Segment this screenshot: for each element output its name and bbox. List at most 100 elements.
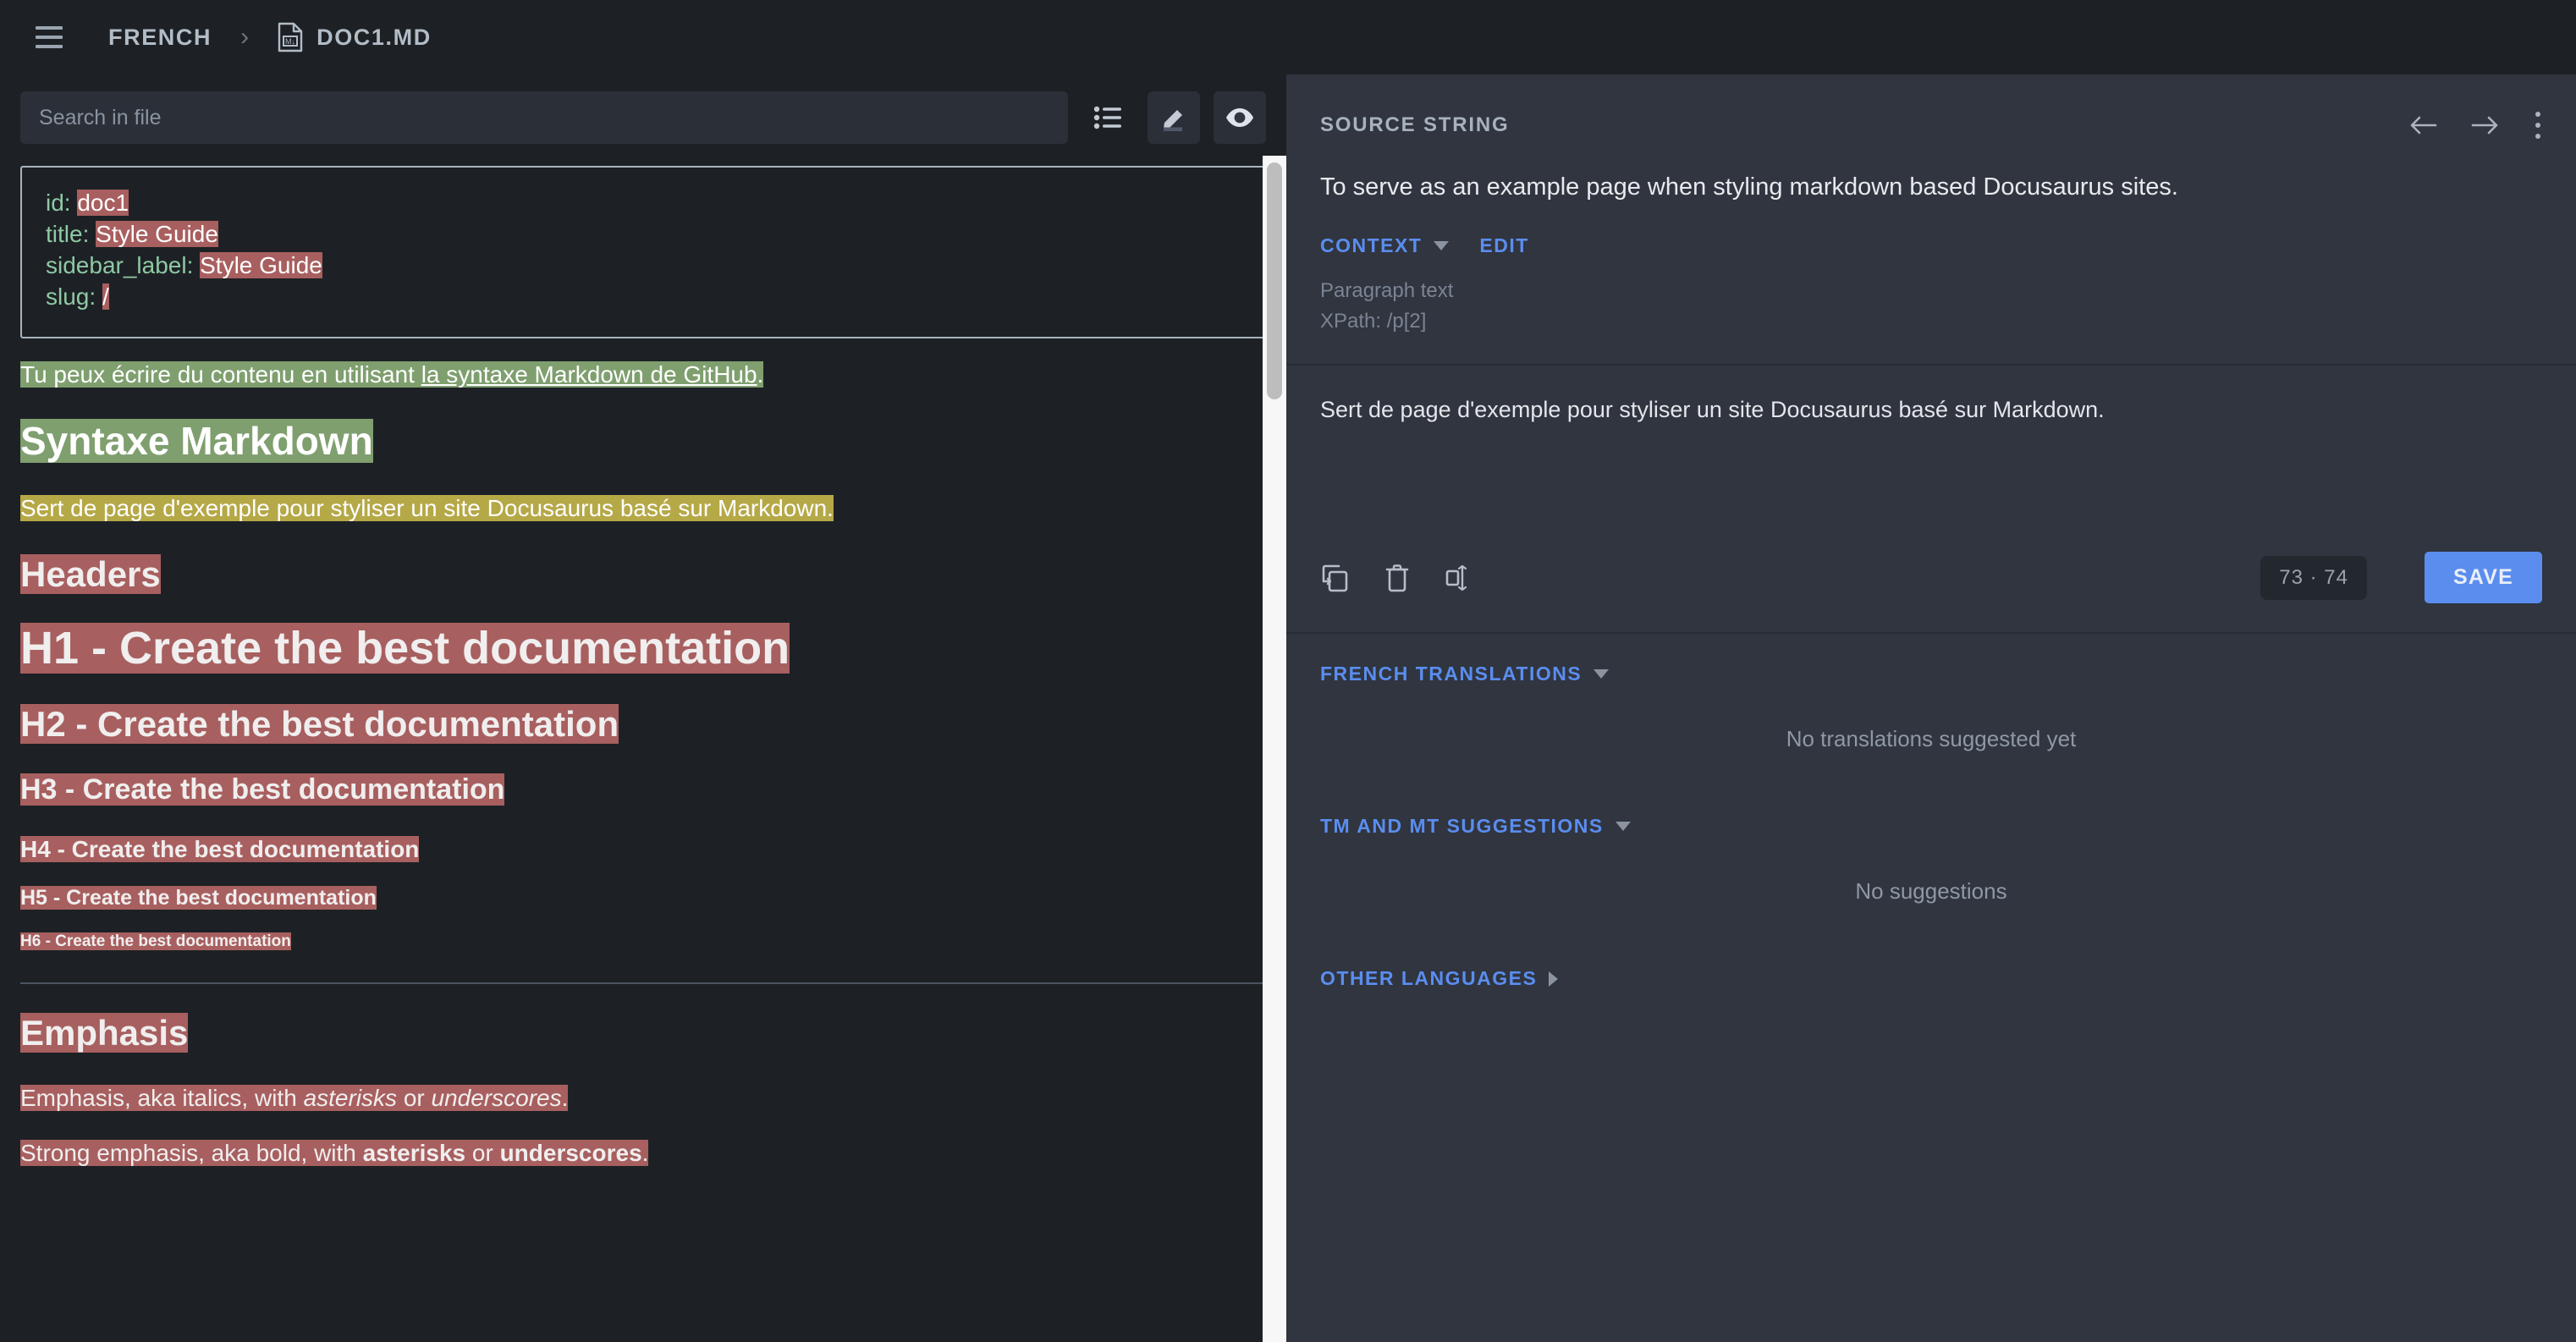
intro-suffix: . — [757, 361, 764, 388]
translation-unit-untranslated[interactable]: H2 - Create the best documentation — [20, 704, 619, 744]
edit-mode-button[interactable] — [1148, 91, 1200, 144]
copy-source-button[interactable] — [1320, 563, 1351, 593]
doc-paragraph-sert: Sert de page d'exemple pour styliser un … — [20, 492, 1266, 525]
section-french-translations: FRENCH TRANSLATIONS No translations sugg… — [1286, 634, 2576, 786]
translation-unit-untranslated[interactable]: H1 - Create the best documentation — [20, 623, 790, 674]
translation-unit-untranslated[interactable]: Emphasis — [20, 1013, 188, 1053]
translation-input-area[interactable]: Sert de page d'exemple pour styliser un … — [1286, 366, 2576, 543]
section-label-tm-mt-suggestions[interactable]: TM AND MT SUGGESTIONS — [1320, 815, 1604, 838]
section-label-french-translations[interactable]: FRENCH TRANSLATIONS — [1320, 663, 1582, 685]
more-options-button[interactable] — [2534, 112, 2542, 139]
breadcrumb-file-label: DOC1.MD — [316, 25, 432, 51]
intro-prefix: Tu peux écrire du contenu en utilisant — [20, 361, 421, 388]
clear-translation-button[interactable] — [1384, 563, 1410, 593]
frontmatter-value[interactable]: Style Guide — [200, 252, 322, 278]
translation-unit-translated[interactable]: Syntaxe Markdown — [20, 419, 373, 463]
spacer — [20, 675, 1266, 704]
em-bold: underscores — [500, 1140, 642, 1166]
top-bar: FRENCH › M↓ DOC1.MD — [0, 0, 2576, 74]
list-view-button[interactable] — [1082, 91, 1134, 144]
em-text: . — [642, 1140, 649, 1166]
markdown-file-icon: M↓ — [278, 22, 303, 52]
horizontal-rule — [20, 982, 1266, 984]
doc-heading-h5: H5 - Create the best documentation — [20, 885, 1266, 910]
spacer — [20, 525, 1266, 554]
character-counter: 73 · 74 — [2260, 556, 2367, 600]
translation-unit-untranslated[interactable]: H3 - Create the best documentation — [20, 773, 504, 806]
frontmatter-block: id: doc1 title: Style Guide sidebar_labe… — [20, 166, 1266, 338]
frontmatter-key: sidebar_label: — [46, 252, 200, 278]
chevron-down-icon[interactable] — [1616, 822, 1631, 831]
frontmatter-key: id: — [46, 190, 77, 216]
preview-mode-button[interactable] — [1214, 91, 1266, 144]
markdown-document: id: doc1 title: Style Guide sidebar_labe… — [0, 156, 1286, 1342]
chevron-right-icon[interactable] — [1549, 971, 1558, 987]
translation-unit-untranslated[interactable]: H6 - Create the best documentation — [20, 932, 291, 950]
em-text: or — [465, 1140, 499, 1166]
frontmatter-line: id: doc1 — [46, 188, 1241, 219]
section-header[interactable]: OTHER LANGUAGES — [1320, 967, 2542, 990]
translation-unit-untranslated[interactable]: H4 - Create the best documentation — [20, 836, 419, 862]
translation-unit-selected[interactable]: Sert de page d'exemple pour styliser un … — [20, 495, 834, 521]
section-header[interactable]: TM AND MT SUGGESTIONS — [1320, 815, 2542, 838]
translation-sidebar: SOURCE STRING — [1286, 74, 2576, 1342]
frontmatter-value[interactable]: / — [102, 283, 109, 310]
french-translations-empty-message: No translations suggested yet — [1320, 685, 2542, 786]
doc-heading-syntaxe: Syntaxe Markdown — [20, 420, 1266, 464]
editor-toolbar — [0, 74, 1286, 156]
more-vertical-icon — [2535, 123, 2540, 128]
source-string-text: To serve as an example page when styling… — [1320, 171, 2542, 204]
doc-paragraph-bold: Strong emphasis, aka bold, with asterisk… — [20, 1137, 1266, 1170]
arrow-right-icon — [2471, 113, 2500, 137]
next-string-button[interactable] — [2471, 113, 2500, 137]
hamburger-bar — [36, 45, 63, 48]
markdown-syntax-link[interactable]: la syntaxe Markdown de GitHub — [421, 361, 757, 388]
translation-unit-untranslated[interactable]: Emphasis, aka italics, with asterisks or… — [20, 1085, 568, 1111]
chevron-down-icon[interactable] — [1593, 669, 1609, 679]
previous-string-button[interactable] — [2408, 113, 2437, 137]
edit-context-button[interactable]: EDIT — [1479, 234, 1528, 257]
doc-heading-headers: Headers — [20, 554, 1266, 595]
em-italic: asterisks — [304, 1085, 397, 1111]
list-view-icon — [1093, 105, 1122, 130]
frontmatter-key: slug: — [46, 283, 102, 310]
translation-unit-untranslated[interactable]: Strong emphasis, aka bold, with asterisk… — [20, 1140, 648, 1166]
doc-heading-h6: H6 - Create the best documentation — [20, 932, 1266, 952]
hamburger-menu-icon[interactable] — [25, 14, 73, 61]
translation-unit-untranslated[interactable]: H5 - Create the best documentation — [20, 886, 377, 910]
spacer — [20, 1115, 1266, 1137]
frontmatter-value[interactable]: Style Guide — [96, 221, 218, 247]
scrollbar-thumb[interactable] — [1267, 162, 1282, 399]
frontmatter-value[interactable]: doc1 — [77, 190, 129, 216]
tm-mt-suggestions-empty-message: No suggestions — [1320, 838, 2542, 938]
spacer — [20, 863, 1266, 885]
doc-heading-h1: H1 - Create the best documentation — [20, 623, 1266, 675]
document-scrollbar[interactable] — [1263, 156, 1286, 1342]
em-text: or — [397, 1085, 431, 1111]
search-input[interactable] — [20, 91, 1068, 144]
breadcrumb-file[interactable]: M↓ DOC1.MD — [278, 22, 432, 52]
chevron-down-icon[interactable] — [1434, 241, 1449, 250]
translation-textarea[interactable]: Sert de page d'exemple pour styliser un … — [1320, 394, 2542, 425]
em-text: . — [562, 1085, 569, 1111]
frontmatter-line: slug: / — [46, 282, 1241, 313]
more-vertical-icon — [2535, 112, 2540, 117]
trash-clear-icon — [1384, 563, 1410, 593]
spacer — [20, 594, 1266, 623]
translation-unit-translated[interactable]: Tu peux écrire du contenu en utilisant l… — [20, 361, 763, 388]
eye-preview-icon — [1225, 107, 1255, 129]
frontmatter-line: title: Style Guide — [46, 219, 1241, 250]
translation-unit-untranslated[interactable]: Headers — [20, 554, 161, 594]
em-text: Strong emphasis, aka bold, with — [20, 1140, 363, 1166]
context-xpath: XPath: /p[2] — [1320, 306, 2542, 337]
section-header[interactable]: FRENCH TRANSLATIONS — [1320, 663, 2542, 685]
doc-paragraph-italics: Emphasis, aka italics, with asterisks or… — [20, 1082, 1266, 1115]
context-toggle[interactable]: CONTEXT — [1320, 234, 1422, 257]
breadcrumb-language[interactable]: FRENCH — [108, 25, 212, 51]
doc-heading-emphasis: Emphasis — [20, 1013, 1266, 1053]
toggle-whitespace-button[interactable] — [1444, 563, 1474, 593]
section-label-other-languages[interactable]: OTHER LANGUAGES — [1320, 967, 1537, 990]
spacer — [20, 391, 1266, 420]
save-button[interactable]: SAVE — [2425, 552, 2542, 603]
frontmatter-key: title: — [46, 221, 96, 247]
